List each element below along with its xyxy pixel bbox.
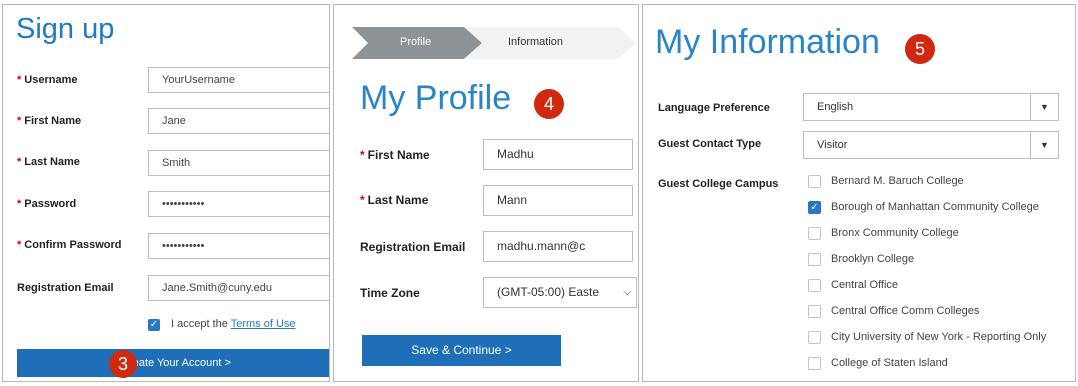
campus-checkbox[interactable] bbox=[808, 305, 821, 318]
language-preference-select[interactable]: English ▼ bbox=[803, 93, 1059, 121]
checkmark-icon: ✓ bbox=[149, 319, 159, 330]
first-name-label: * First Name bbox=[17, 115, 82, 127]
campus-checkbox[interactable] bbox=[808, 227, 821, 240]
save-continue-button[interactable]: Save & Continue > bbox=[362, 335, 561, 366]
first-name-input[interactable]: Madhu bbox=[483, 139, 633, 170]
password-input[interactable]: ••••••••••• bbox=[148, 191, 329, 217]
guest-contact-type-label: Guest Contact Type bbox=[658, 138, 762, 150]
dropdown-arrow-icon: ▼ bbox=[1030, 94, 1058, 120]
step-number-badge: 3 bbox=[109, 350, 137, 378]
guest-college-campus-label: Guest College Campus bbox=[658, 178, 779, 190]
dropdown-arrow-icon: ▼ bbox=[1030, 132, 1058, 158]
chevron-down-icon: ⌵ bbox=[623, 287, 631, 298]
campus-checkbox[interactable] bbox=[808, 279, 821, 292]
step-number-badge: 5 bbox=[905, 34, 935, 64]
registration-email-label: Registration Email bbox=[360, 240, 466, 254]
confirm-password-input[interactable]: ••••••••••• bbox=[148, 233, 329, 259]
last-name-input[interactable]: Smith bbox=[148, 150, 329, 176]
time-zone-select[interactable]: (GMT-05:00) Easte ⌵ bbox=[483, 277, 637, 308]
campus-checkbox[interactable] bbox=[808, 331, 821, 344]
contact-type-value: Visitor bbox=[817, 139, 848, 151]
progress-steps: Profile Information R bbox=[352, 27, 638, 59]
campus-checkbox[interactable] bbox=[808, 253, 821, 266]
profile-panel: Profile Information R My Profile 4 *Firs… bbox=[333, 4, 639, 382]
username-input[interactable]: YourUsername bbox=[148, 67, 329, 93]
guest-contact-type-select[interactable]: Visitor ▼ bbox=[803, 131, 1059, 159]
information-panel: My Information 5 Language Preference Eng… bbox=[642, 4, 1076, 382]
first-name-label: * First Name bbox=[360, 148, 430, 162]
username-label: * Username bbox=[17, 74, 78, 86]
language-value: English bbox=[817, 101, 854, 113]
signup-title: Sign up bbox=[16, 13, 115, 45]
password-label: * Password bbox=[17, 198, 77, 210]
terms-of-use-link[interactable]: Terms of Use bbox=[231, 318, 296, 330]
first-name-input[interactable]: Jane bbox=[148, 108, 329, 134]
registration-email-input[interactable]: Jane.Smith@cuny.edu bbox=[148, 275, 329, 301]
last-name-label: * Last Name bbox=[17, 156, 80, 168]
last-name-label: * Last Name bbox=[360, 193, 429, 207]
accept-terms-checkbox[interactable]: ✓ bbox=[148, 319, 160, 331]
registration-email-label: Registration Email bbox=[17, 282, 114, 294]
campus-checkbox[interactable] bbox=[808, 175, 821, 188]
step-information-label: Information bbox=[508, 36, 564, 48]
create-account-button[interactable]: Create Your Account > bbox=[17, 349, 329, 377]
page-title: My Information bbox=[655, 23, 880, 61]
checkmark-icon: ✓ bbox=[810, 202, 819, 213]
time-zone-label: Time Zone bbox=[360, 286, 420, 300]
confirm-password-label: * Confirm Password bbox=[17, 239, 122, 251]
step-profile-label: Profile bbox=[400, 36, 432, 48]
signup-panel: Sign up * Username YourUsername * First Na… bbox=[2, 4, 330, 382]
last-name-input[interactable]: Mann bbox=[483, 185, 633, 216]
accept-terms-text: I accept the Terms of Use bbox=[171, 318, 296, 330]
page-title: My Profile bbox=[360, 79, 512, 117]
time-zone-value: (GMT-05:00) Easte bbox=[497, 285, 600, 299]
language-preference-label: Language Preference bbox=[658, 102, 770, 114]
campus-checkbox[interactable]: ✓ bbox=[808, 201, 821, 214]
registration-email-input[interactable]: madhu.mann@c bbox=[483, 231, 633, 262]
campus-checkbox[interactable] bbox=[808, 357, 821, 370]
step-number-badge: 4 bbox=[534, 89, 564, 119]
